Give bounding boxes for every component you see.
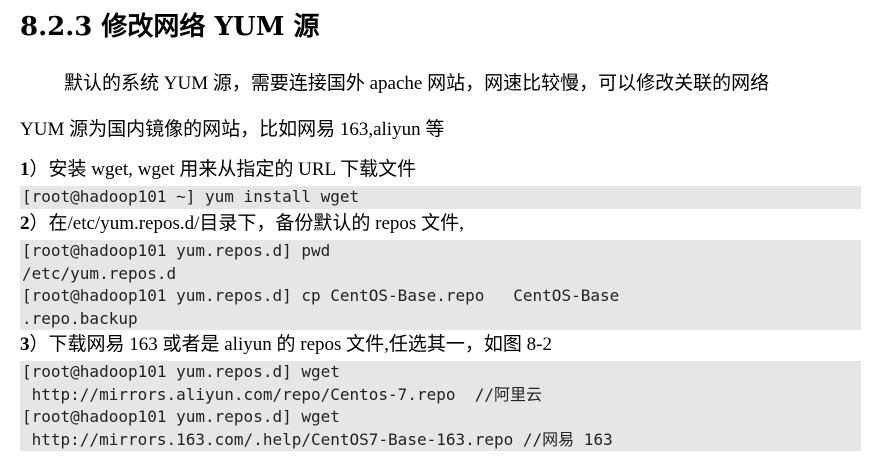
section-heading: 8.2.3 修改网络 YUM 源 bbox=[20, 12, 320, 42]
step-number: 3 bbox=[20, 334, 30, 355]
code-line: [root@hadoop101 yum.repos.d] wget bbox=[22, 407, 340, 426]
step-3-instruction: 3）下载网易 163 或者是 aliyun 的 repos 文件,任选其一，如图… bbox=[20, 333, 552, 357]
step-text: ）下载网易 163 或者是 aliyun 的 repos 文件,任选其一，如图 … bbox=[29, 334, 552, 355]
code-line: .repo.backup bbox=[22, 308, 138, 328]
code-line: http://mirrors.163.com/.help/CentOS7-Bas… bbox=[22, 429, 613, 449]
step-2-instruction: 2）在/etc/yum.repos.d/目录下，备份默认的 repos 文件, bbox=[20, 212, 464, 236]
step-number: 1 bbox=[20, 159, 30, 180]
code-block-step-2[interactable]: [root@hadoop101 yum.repos.d] pwd /etc/yu… bbox=[20, 240, 861, 330]
code-line: [root@hadoop101 yum.repos.d] cp CentOS-B… bbox=[22, 286, 620, 305]
intro-paragraph-line-2: YUM 源为国内镜像的网站，比如网易 163,aliyun 等 bbox=[20, 119, 445, 140]
step-text: ）在/etc/yum.repos.d/目录下，备份默认的 repos 文件, bbox=[29, 213, 464, 234]
step-number: 2 bbox=[20, 213, 30, 234]
code-line: [root@hadoop101 yum.repos.d] wget bbox=[22, 362, 340, 381]
step-text: ）安装 wget, wget 用来从指定的 URL 下载文件 bbox=[29, 159, 417, 180]
code-block-step-3[interactable]: [root@hadoop101 yum.repos.d] wget http:/… bbox=[20, 361, 861, 451]
step-1-instruction: 1）安装 wget, wget 用来从指定的 URL 下载文件 bbox=[20, 158, 416, 182]
code-line: [root@hadoop101 ~] yum install wget bbox=[22, 187, 360, 206]
code-line: [root@hadoop101 yum.repos.d] pwd bbox=[22, 241, 331, 260]
code-line: /etc/yum.repos.d bbox=[22, 263, 177, 283]
code-line: http://mirrors.aliyun.com/repo/Centos-7.… bbox=[22, 384, 543, 404]
code-block-step-1[interactable]: [root@hadoop101 ~] yum install wget bbox=[20, 186, 861, 209]
intro-paragraph-line-1: 默认的系统 YUM 源，需要连接国外 apache 网站，网速比较慢，可以修改关… bbox=[64, 73, 770, 94]
